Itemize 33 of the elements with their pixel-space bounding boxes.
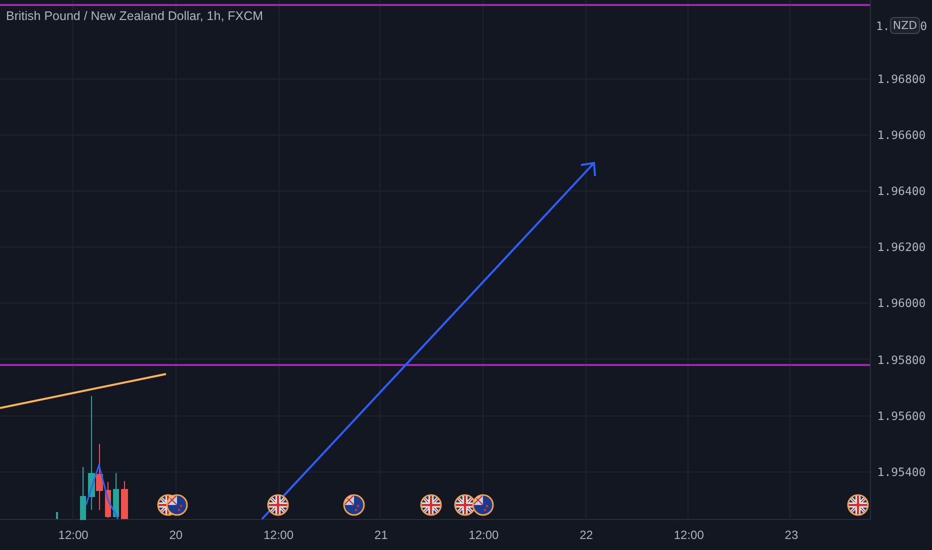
flag-icon[interactable] (472, 494, 494, 516)
flag-icon[interactable] (454, 494, 476, 516)
candlestick (80, 467, 86, 520)
time-label: 23 (784, 528, 800, 542)
price-label: 1.96800 (877, 72, 926, 86)
flag-icon[interactable] (847, 494, 869, 516)
price-label: 1.96200 (877, 240, 926, 254)
flag-icon[interactable] (267, 494, 289, 516)
price-label: 1.96000 (877, 296, 926, 310)
time-label: 12:00 (262, 528, 294, 542)
price-label: 1.95400 (877, 464, 926, 479)
time-label: 20 (168, 528, 184, 542)
candlestick (56, 512, 58, 519)
price-label: 1.96600 (877, 128, 926, 142)
candlestick (121, 481, 128, 519)
currency-badge[interactable]: NZD (890, 17, 920, 34)
time-label: 12:00 (468, 528, 500, 542)
trend-line[interactable] (0, 373, 166, 409)
time-label: 12:00 (57, 528, 90, 542)
time-label: 22 (578, 528, 594, 542)
chart-title: British Pound / New Zealand Dollar, 1h, FXCM (6, 9, 264, 23)
flag-pair-drawing[interactable] (157, 494, 188, 516)
price-label: 1.95800 (877, 352, 926, 367)
price-label: 0 (920, 18, 928, 32)
price-label: 1.95600 (877, 408, 926, 423)
candlestick (113, 473, 119, 517)
flag-icon[interactable] (343, 494, 365, 516)
time-label: 21 (373, 528, 389, 542)
price-label: 1.96400 (877, 184, 926, 198)
indicator-line (85, 462, 119, 520)
time-label: 12:00 (672, 528, 705, 542)
flag-icon[interactable] (420, 494, 442, 516)
price-label: 1. (876, 18, 890, 32)
